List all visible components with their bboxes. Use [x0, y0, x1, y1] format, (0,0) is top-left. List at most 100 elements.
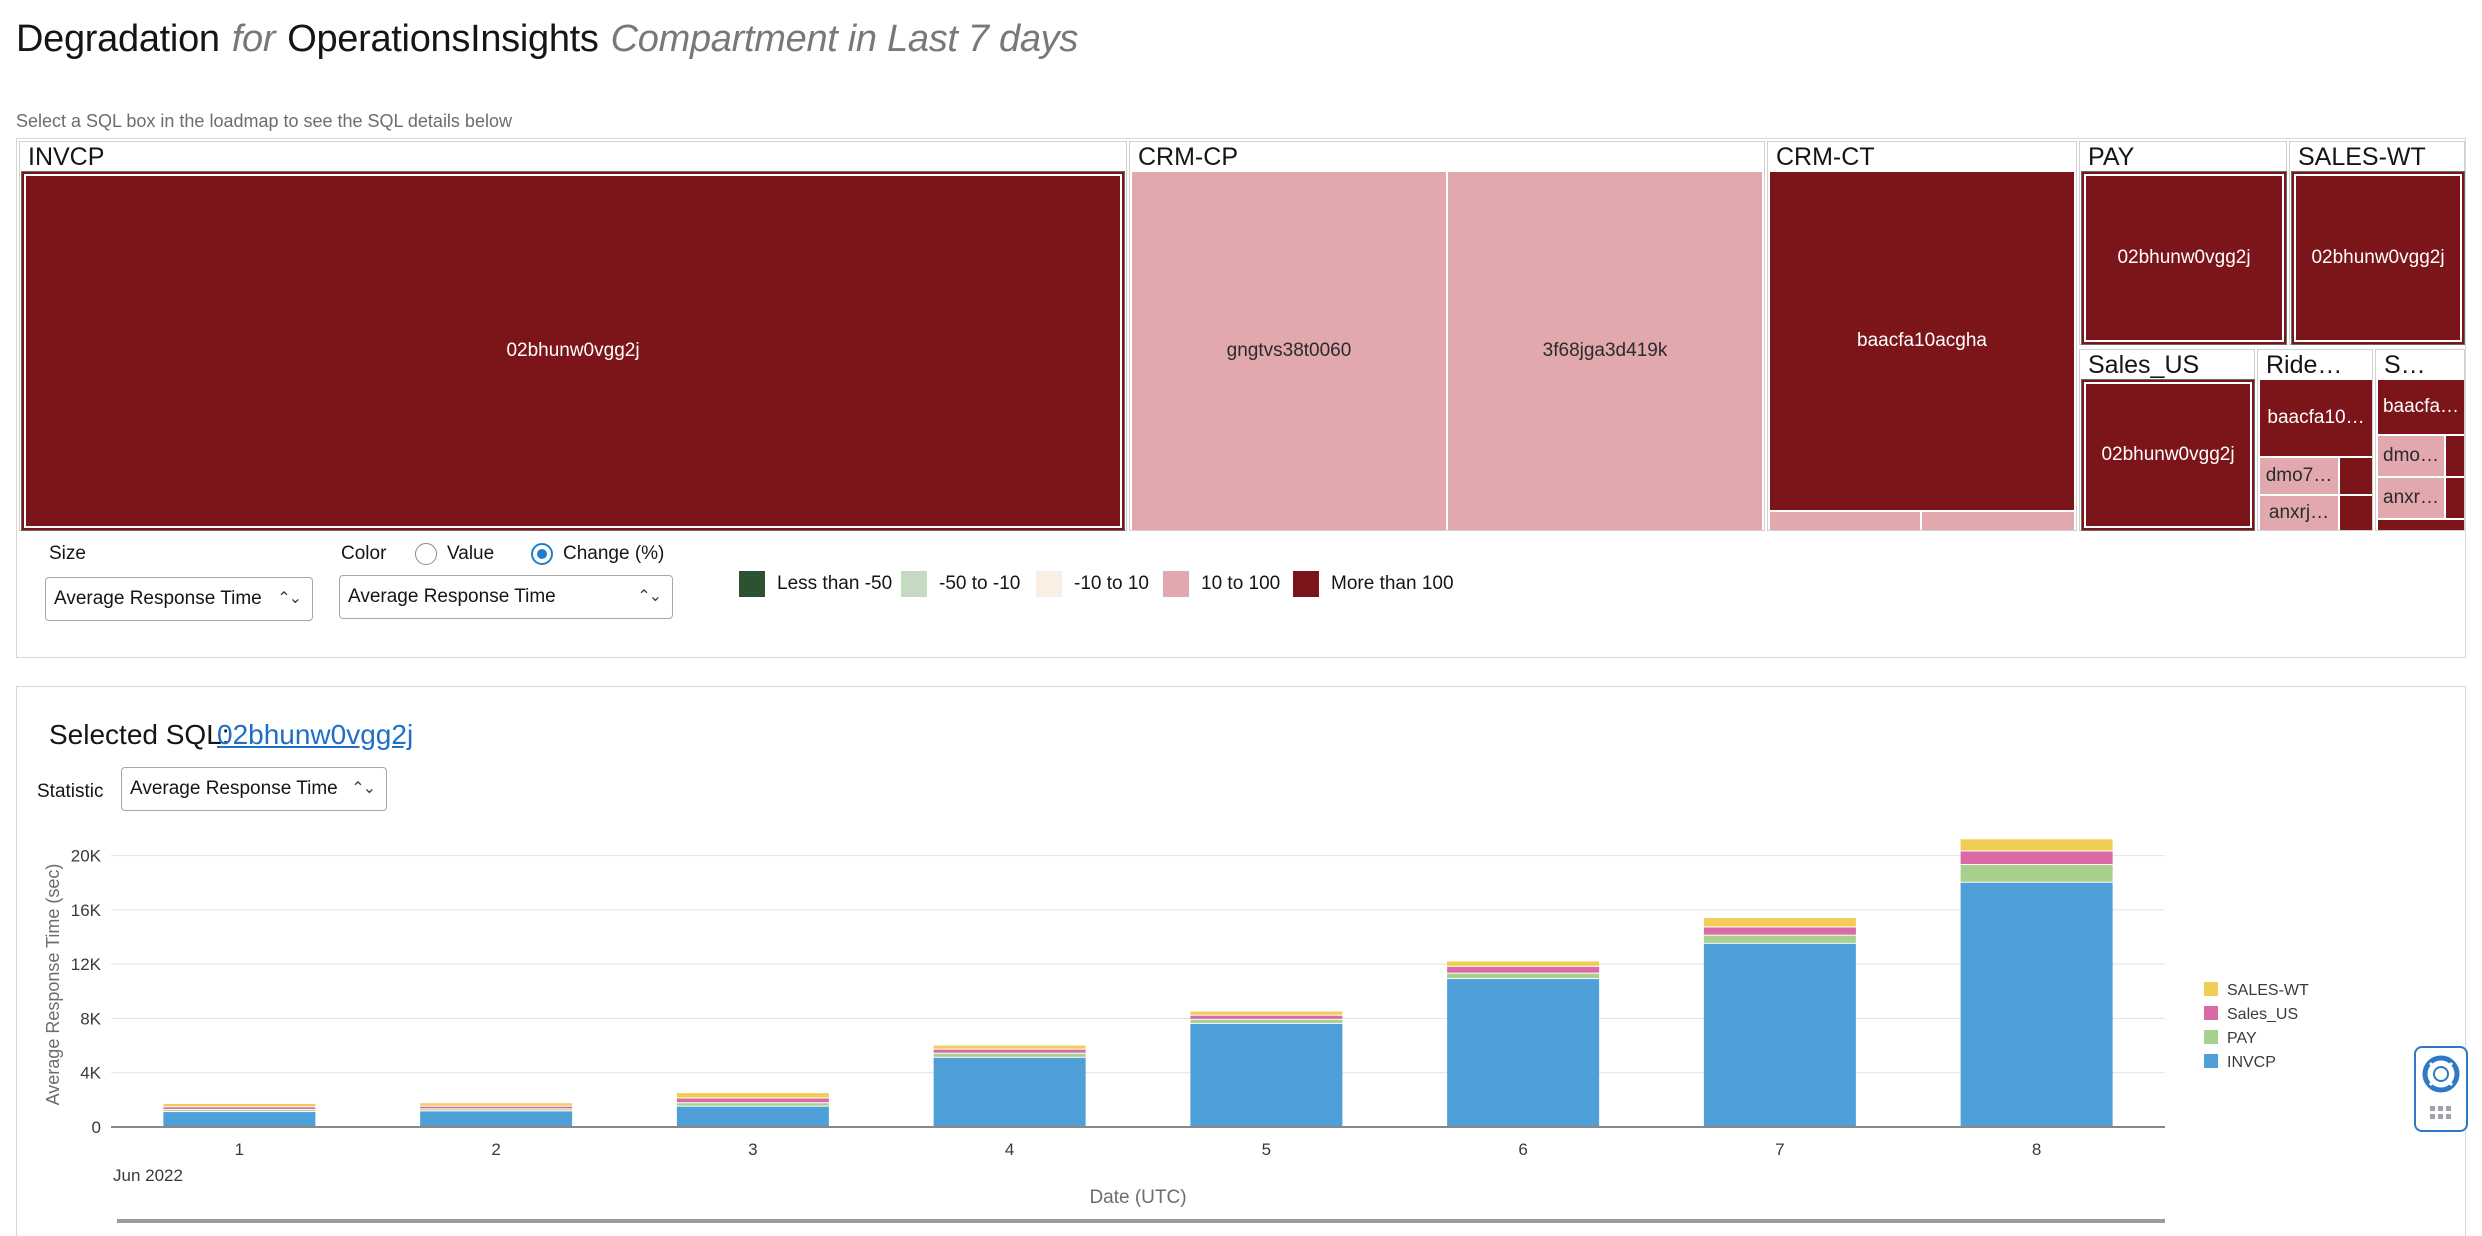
size-label: Size [49, 543, 86, 564]
bar-segment-pay [1190, 1019, 1343, 1023]
chevron-updown-icon: ⌃⌄ [277, 590, 302, 607]
treemap-cell[interactable]: 02bhunw0vgg2j [2292, 172, 2464, 344]
x-tick-label: 6 [1518, 1140, 1527, 1159]
y-tick-label: 4K [80, 1064, 101, 1083]
legend-item: Less than -50 [739, 571, 892, 597]
legend-label: 10 to 100 [1201, 573, 1281, 594]
bar-segment-pay [1960, 865, 2113, 882]
legend-item: -10 to 10 [1036, 571, 1149, 597]
bar-segment-sales_us [1960, 851, 2113, 865]
bar-segment-sales-wt [1960, 839, 2113, 851]
bar-segment-sales_us [1703, 927, 1856, 935]
bar-segment-sales-wt [933, 1045, 1086, 1049]
x-tick-label: 7 [1775, 1140, 1784, 1159]
treemap-group-invcp: INVCP 02bhunw0vgg2j [19, 141, 1127, 531]
group-label: CRM-CT [1776, 143, 1875, 171]
help-button[interactable] [2414, 1046, 2468, 1132]
color-label: Color [341, 543, 387, 564]
legend-swatch [1036, 571, 1062, 597]
radio-selected-icon [531, 543, 553, 565]
x-tick-label: 8 [2032, 1140, 2041, 1159]
bar-segment-sales-wt [1703, 918, 1856, 927]
bar-segment-sales_us [163, 1107, 316, 1110]
sql-details-card: Selected SQL: 02bhunw0vgg2j Statistic Av… [16, 686, 2466, 1236]
legend-swatch [1293, 571, 1319, 597]
bar-segment-pay [1447, 973, 1600, 979]
bar-segment-sales_us [933, 1049, 1086, 1053]
bar-segment-sales-wt [1190, 1011, 1343, 1015]
x-tick-label: 5 [1262, 1140, 1271, 1159]
treemap-cell[interactable]: dmo… [2378, 436, 2444, 476]
treemap-cell[interactable]: baacfa10acgha [1770, 172, 2074, 510]
bar-segment-pay [676, 1103, 829, 1106]
bar-segment-sales_us [676, 1098, 829, 1103]
title-compartment: OperationsInsights [287, 18, 599, 60]
selected-sql-link[interactable]: 02bhunw0vgg2j [217, 719, 413, 751]
treemap-cell[interactable]: gngtvs38t0060 [1132, 172, 1446, 530]
x-period-label: Jun 2022 [113, 1166, 183, 1185]
treemap-cell[interactable]: anxrj… [2260, 496, 2338, 530]
treemap-cell[interactable] [1922, 512, 2074, 530]
size-select[interactable]: Average Response Time ⌃⌄ [45, 577, 313, 621]
radio-icon [415, 543, 437, 565]
treemap-group-sales-wt: SALES-WT 02bhunw0vgg2j [2289, 141, 2465, 345]
legend-swatch [1163, 571, 1189, 597]
legend-swatch [901, 571, 927, 597]
response-time-chart: 0 4K 8K 12K 16K 20K 1 2 3 4 5 6 7 8 Jun 2022 Date (UTC)… [43, 839, 2309, 1223]
treemap-cell[interactable]: 3f68jga3d419k [1448, 172, 1762, 530]
bar-segment-sales_us [1190, 1015, 1343, 1019]
series-legend-label: SALES-WT [2227, 982, 2309, 999]
chart-scrollbar [117, 1219, 2165, 1223]
title-period: Compartment in Last 7 days [610, 18, 1079, 60]
treemap-cell[interactable]: 02bhunw0vgg2j [2082, 380, 2254, 530]
treemap-cell[interactable] [2446, 478, 2464, 518]
selected-sql-label: Selected SQL: [49, 719, 230, 750]
x-tick-label: 1 [235, 1140, 244, 1159]
bar-segment-invcp [163, 1112, 316, 1126]
treemap-cell[interactable]: 02bhunw0vgg2j [2082, 172, 2286, 344]
treemap-group-crm-cp: CRM-CP gngtvs38t0060 3f68jga3d419k [1129, 141, 1765, 531]
bar-segment-sales-wt [676, 1093, 829, 1098]
bar-segment-invcp [1960, 882, 2113, 1126]
treemap-cell[interactable] [2340, 458, 2372, 494]
x-tick-label: 4 [1005, 1140, 1014, 1159]
legend-item: -50 to -10 [901, 571, 1020, 597]
y-tick-label: 20K [71, 847, 102, 866]
color-mode-value-radio[interactable]: Value [415, 543, 494, 565]
group-label: CRM-CP [1138, 143, 1238, 171]
bar-segment-pay [163, 1110, 316, 1112]
treemap-cell[interactable] [2340, 496, 2372, 530]
color-select[interactable]: Average Response Time ⌃⌄ [339, 575, 673, 619]
title-metric: Degradation [16, 18, 220, 60]
treemap-cell[interactable]: baacfa10… [2260, 380, 2372, 456]
treemap-cell[interactable]: 02bhunw0vgg2j [22, 172, 1124, 530]
treemap-cell[interactable] [2446, 436, 2464, 476]
legend-item: More than 100 [1293, 571, 1454, 597]
legend-label: -10 to 10 [1074, 573, 1149, 594]
treemap-cell[interactable] [2378, 520, 2464, 530]
legend-item: 10 to 100 [1163, 571, 1280, 597]
bar-segment-invcp [1447, 979, 1600, 1126]
series-legend-swatch [2204, 1054, 2218, 1068]
treemap-group-s: S… baacfa… dmo… anxr… [2375, 349, 2465, 531]
treemap-cell[interactable] [1770, 512, 1920, 530]
treemap-cell[interactable]: baacfa… [2378, 380, 2464, 434]
chevron-updown-icon: ⌃⌄ [637, 588, 662, 605]
series-legend-swatch [2204, 982, 2218, 996]
treemap-cell[interactable]: anxr… [2378, 478, 2444, 518]
treemap-group-pay: PAY 02bhunw0vgg2j [2079, 141, 2287, 345]
y-tick-label: 0 [92, 1118, 101, 1137]
group-label: INVCP [28, 143, 105, 171]
y-tick-label: 8K [80, 1009, 101, 1028]
treemap-cell[interactable]: dmo7… [2260, 458, 2338, 494]
series-legend-label: INVCP [2227, 1054, 2276, 1071]
bar-segment-sales-wt [1447, 961, 1600, 966]
bar-segment-sales-wt [420, 1103, 573, 1106]
color-mode-change-radio[interactable]: Change (%) [531, 543, 664, 565]
series-legend-label: PAY [2227, 1030, 2257, 1047]
group-label: PAY [2088, 143, 2135, 171]
bar-segment-invcp [933, 1057, 1086, 1126]
legend-swatch [739, 571, 765, 597]
series-legend-swatch [2204, 1030, 2218, 1044]
y-tick-label: 16K [71, 901, 102, 920]
